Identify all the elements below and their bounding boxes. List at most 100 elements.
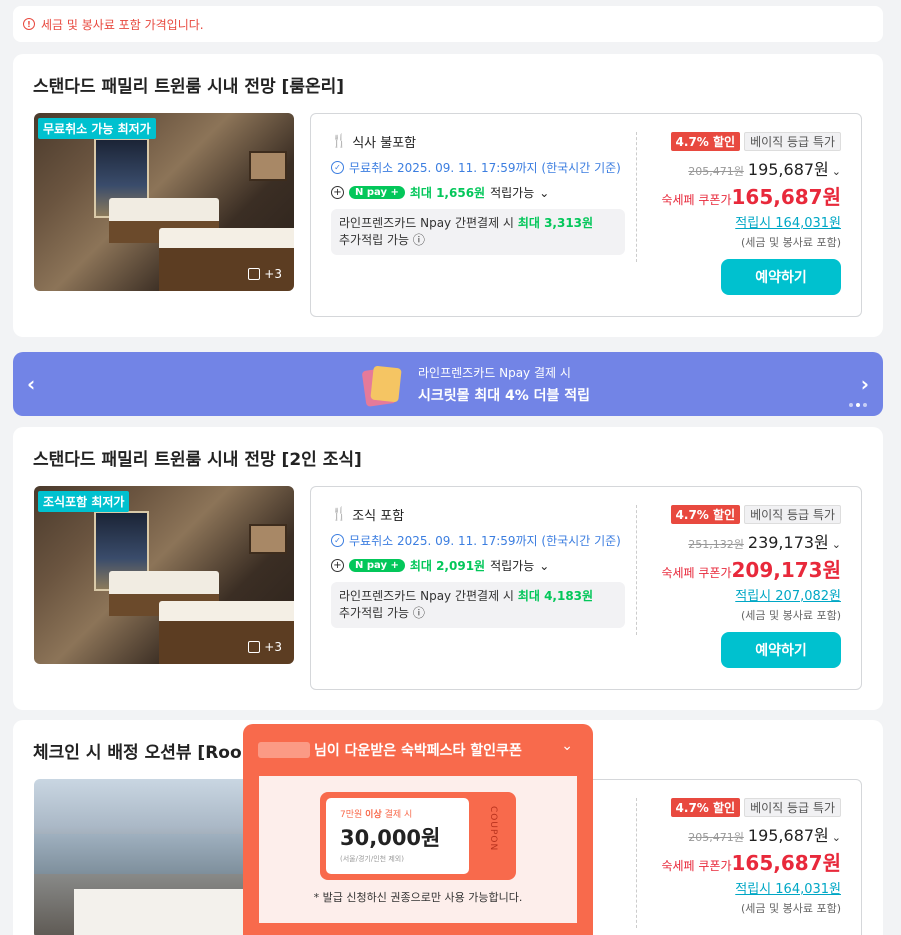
chevron-down-icon: ⌄ (831, 831, 841, 844)
npay-suffix: 적립가능 (490, 186, 535, 200)
original-price: 205,471원 (688, 831, 744, 844)
meal-info: 🍴 조식 포함 (331, 505, 631, 524)
banner-line2: 시크릿몰 최대 4% 더블 적립 (418, 388, 591, 404)
discount-tag: 4.7% 할인 (670, 132, 741, 151)
coupon-price: 숙세페 쿠폰가165,687원 (641, 847, 841, 876)
price-column: 4.7% 할인 베이직 등급 특가 205,471원 195,687원 ⌄ 숙세페 쿠… (641, 798, 841, 916)
plus-circle-icon: + (331, 559, 344, 572)
room-title: 스탠다드 패밀리 트윈룸 시내 전망 [룸온리] (33, 77, 345, 97)
promo-banner[interactable]: ‹ 라인프렌즈카드 Npay 결제 시 시크릿몰 최대 4% 더블 적립 › (13, 352, 883, 416)
grade-tag: 베이직 등급 특가 (744, 132, 841, 151)
card-benefit-box: 라인프렌즈카드 Npay 간편결제 시 최대 3,313원 추가적립 가능 ⓘ (331, 209, 625, 255)
chevron-down-icon: ⌄ (831, 538, 841, 551)
rate-plan: 🍴 조식 포함 ✓ 무료취소 2025. 09. 11. 17:59까지 (한국시간… (310, 486, 862, 690)
coupon-price-value: 165,687원 (731, 851, 842, 875)
info-icon: ! (23, 18, 35, 30)
npay-logo: N pay + (349, 559, 405, 572)
discount-tag: 4.7% 할인 (670, 798, 741, 817)
room-card-2: 스탠다드 패밀리 트윈룸 시내 전망 [2인 조식] 조식포함 최저가 +3 🍴… (13, 427, 883, 710)
cancel-info: ✓ 무료취소 2025. 09. 11. 17:59까지 (한국시간 기준) (331, 159, 631, 176)
check-circle-icon: ✓ (331, 161, 344, 174)
grade-tag: 베이직 등급 특가 (744, 798, 841, 817)
npay-max: 최대 2,091원 (409, 559, 486, 573)
discount-tag: 4.7% 할인 (670, 505, 741, 524)
lowest-price-badge: 무료취소 가능 최저가 (38, 118, 156, 139)
info-icon[interactable]: ⓘ (413, 606, 425, 620)
sale-price: 195,687원 (747, 160, 829, 179)
banner-line1: 라인프렌즈카드 Npay 결제 시 (418, 366, 571, 380)
coupon-price-label: 숙세페 쿠폰가 (661, 859, 732, 873)
popup-title: 님이 다운받은 숙박페스타 할인쿠폰 (258, 740, 522, 760)
room-photo[interactable]: 조식포함 최저가 +3 (34, 486, 294, 664)
room-title: 스탠다드 패밀리 트윈룸 시내 전망 [2인 조식] (33, 450, 362, 470)
room-photo[interactable]: 무료취소 가능 최저가 +3 (34, 113, 294, 291)
coupon-ticket[interactable]: 7만원 이상 결제 시 30,000원 (서울/경기/인천 제외) COUPON (320, 792, 516, 880)
chevron-down-icon[interactable]: ⌄ (561, 738, 573, 754)
original-price: 205,471원 (688, 165, 744, 178)
coupon-price-label: 숙세페 쿠폰가 (661, 193, 732, 207)
card-benefit-text: 라인프렌즈카드 Npay 간편결제 시 (339, 216, 514, 230)
gallery-icon (248, 268, 261, 280)
utensils-icon: 🍴 (331, 134, 348, 149)
book-button[interactable]: 예약하기 (721, 632, 841, 668)
chevron-down-icon: ⌄ (831, 165, 841, 178)
npay-points[interactable]: + N pay + 최대 2,091원 적립가능 ⌄ (331, 557, 631, 574)
popup-title-text: 님이 다운받은 숙박페스타 할인쿠폰 (314, 743, 522, 759)
gallery-icon (248, 641, 261, 653)
npay-suffix: 적립가능 (490, 559, 535, 573)
breakfast-lowest-badge: 조식포함 최저가 (38, 491, 130, 512)
chevron-down-icon: ⌄ (539, 185, 550, 200)
price-line[interactable]: 205,471원 195,687원 ⌄ (641, 822, 841, 846)
room-card-1: 스탠다드 패밀리 트윈룸 시내 전망 [룸온리] 무료취소 가능 최저가 +3 … (13, 54, 883, 337)
earn-price-link[interactable]: 적립시 164,031원 (641, 212, 841, 231)
condition-amount: 7만원 (340, 810, 363, 820)
cancel-info: ✓ 무료취소 2025. 09. 11. 17:59까지 (한국시간 기준) (331, 532, 631, 549)
earn-price-link[interactable]: 적립시 207,082원 (641, 585, 841, 604)
plus-circle-icon: + (331, 186, 344, 199)
meal-label: 식사 불포함 (352, 136, 417, 151)
photo-count[interactable]: +3 (248, 267, 282, 281)
price-line[interactable]: 251,132원 239,173원 ⌄ (641, 529, 841, 553)
card-illustration (358, 365, 402, 407)
photo-count-label: +3 (264, 267, 282, 281)
info-icon[interactable]: ⓘ (413, 233, 425, 247)
tax-note: (세금 및 봉사료 포함) (740, 609, 841, 622)
photo-count-label: +3 (264, 640, 282, 654)
cancel-label: 무료취소 2025. 09. 11. 17:59까지 (한국시간 기준) (349, 534, 621, 548)
price-column: 4.7% 할인 베이직 등급 특가 251,132원 239,173원 ⌄ 숙세페 쿠… (641, 505, 841, 623)
original-price: 251,132원 (688, 538, 744, 551)
coupon-price-label: 숙세페 쿠폰가 (661, 566, 732, 580)
card-benefit-text: 라인프렌즈카드 Npay 간편결제 시 (339, 589, 514, 603)
coupon-price: 숙세페 쿠폰가165,687원 (641, 181, 841, 210)
price-notice: ! 세금 및 봉사료 포함 가격입니다. (13, 6, 883, 42)
sale-price: 239,173원 (747, 533, 829, 552)
sale-price: 195,687원 (747, 826, 829, 845)
npay-max: 최대 1,656원 (409, 186, 486, 200)
meal-info: 🍴 식사 불포함 (331, 132, 631, 151)
masked-username (258, 742, 310, 758)
npay-points[interactable]: + N pay + 최대 1,656원 적립가능 ⌄ (331, 184, 631, 201)
coupon-price-value: 165,687원 (731, 185, 842, 209)
coupon-price: 숙세페 쿠폰가209,173원 (641, 554, 841, 583)
card-benefit-box: 라인프렌즈카드 Npay 간편결제 시 최대 4,183원 추가적립 가능 ⓘ (331, 582, 625, 628)
photo-count[interactable]: +3 (248, 640, 282, 654)
card-benefit-max: 최대 3,313원 (517, 216, 594, 230)
chevron-down-icon: ⌄ (539, 558, 550, 573)
price-line[interactable]: 205,471원 195,687원 ⌄ (641, 156, 841, 180)
chevron-left-icon[interactable]: ‹ (27, 372, 35, 396)
coupon-side-label: COUPON (488, 806, 498, 852)
condition-suffix: 결제 시 (384, 810, 413, 820)
coupon-amount: 30,000원 (340, 826, 441, 850)
tax-note: (세금 및 봉사료 포함) (740, 902, 841, 915)
coupon-condition: 7만원 이상 결제 시 (340, 807, 412, 820)
chevron-right-icon[interactable]: › (861, 372, 869, 396)
coupon-note: * 발급 신청하신 권종으로만 사용 가능합니다. (313, 891, 523, 904)
book-button[interactable]: 예약하기 (721, 259, 841, 295)
tax-note: (세금 및 봉사료 포함) (740, 236, 841, 249)
npay-logo: N pay + (349, 186, 405, 199)
carousel-dots (849, 403, 867, 407)
card-benefit-max: 최대 4,183원 (517, 589, 594, 603)
popup-body: 7만원 이상 결제 시 30,000원 (서울/경기/인천 제외) COUPON… (259, 776, 577, 923)
price-column: 4.7% 할인 베이직 등급 특가 205,471원 195,687원 ⌄ 숙세페 쿠… (641, 132, 841, 250)
earn-price-link[interactable]: 적립시 164,031원 (641, 878, 841, 897)
